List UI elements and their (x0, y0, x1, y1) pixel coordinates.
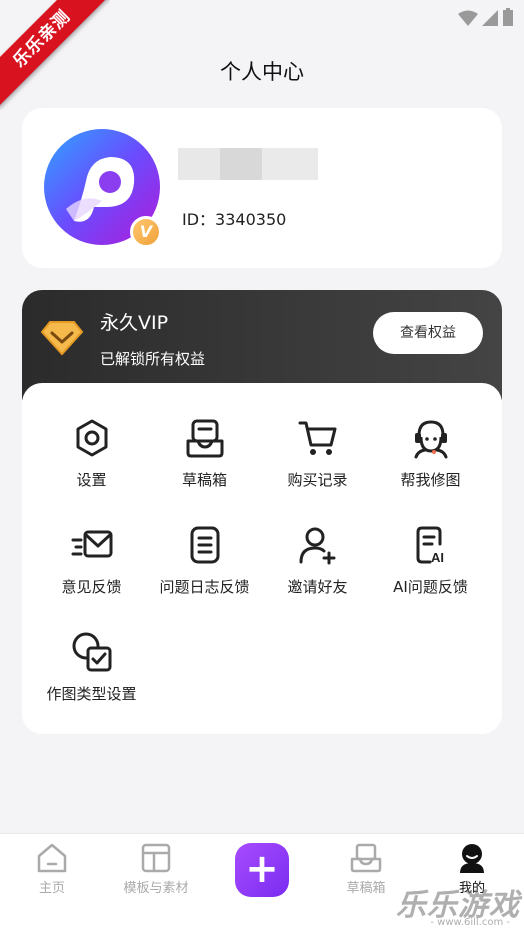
feature-label: 邀请好友 (287, 578, 348, 596)
nav-home[interactable]: 主页 (0, 842, 104, 896)
feature-label: 作图类型设置 (46, 685, 137, 703)
shopping-cart-icon (298, 421, 337, 455)
feature-label: 意见反馈 (61, 578, 122, 596)
status-icons (458, 8, 514, 26)
plus-icon: + (245, 846, 279, 892)
watermark-ribbon-text: 乐乐亲测 (0, 0, 110, 108)
feature-label: AI问题反馈 (393, 578, 468, 596)
add-user-icon (299, 527, 336, 565)
svg-text:AI: AI (431, 550, 444, 565)
view-benefits-button[interactable]: 查看权益 (373, 312, 483, 354)
watermark-url: - www.6ill.com - (430, 917, 510, 928)
feature-grid: 设置 草稿箱 购买记录 帮我修图 意见反馈 问题日志反馈 邀请好友 AI AI问… (22, 383, 502, 734)
create-plus-button[interactable]: + (235, 843, 289, 897)
ai-document-icon: AI (416, 526, 444, 565)
feature-feedback[interactable]: 意见反馈 (34, 524, 149, 614)
vip-subtitle: 已解锁所有权益 (100, 350, 206, 368)
gear-hexagon-icon (76, 419, 108, 457)
type-settings-icon (72, 632, 112, 672)
drafts-inbox-icon (186, 419, 224, 458)
feature-settings[interactable]: 设置 (34, 417, 149, 507)
feature-label: 帮我修图 (400, 471, 461, 489)
customer-service-icon (414, 420, 448, 459)
feature-invite-friends[interactable]: 邀请好友 (260, 524, 375, 614)
diamond-icon (40, 320, 84, 360)
templates-icon (141, 843, 171, 873)
feature-label: 草稿箱 (181, 471, 227, 489)
nav-label: 模板与素材 (123, 881, 189, 896)
username-blurred (178, 148, 318, 180)
wifi-icon (458, 10, 478, 26)
nav-label: 主页 (38, 881, 65, 896)
feature-photo-retouch-help[interactable]: 帮我修图 (373, 417, 488, 507)
profile-card[interactable]: V ID：3340350 (22, 108, 502, 268)
feature-label: 购买记录 (287, 471, 348, 489)
feature-drafts[interactable]: 草稿箱 (147, 417, 262, 507)
home-icon (37, 843, 67, 873)
feature-ai-feedback[interactable]: AI AI问题反馈 (373, 524, 488, 614)
vip-badge: V (130, 216, 162, 248)
signal-icon (482, 10, 498, 26)
mail-feedback-icon (71, 530, 113, 558)
feature-drawing-type-settings[interactable]: 作图类型设置 (34, 631, 149, 721)
nav-templates[interactable]: 模板与素材 (104, 842, 208, 896)
feature-purchase-history[interactable]: 购买记录 (260, 417, 375, 507)
feature-label: 设置 (76, 471, 107, 489)
feature-label: 问题日志反馈 (159, 578, 250, 596)
profile-icon (460, 844, 484, 873)
battery-icon (503, 8, 513, 26)
feature-log-feedback[interactable]: 问题日志反馈 (147, 524, 262, 614)
watermark-ribbon: 乐乐亲测 (0, 0, 110, 110)
user-id: ID：3340350 (182, 210, 287, 229)
drafts-icon (350, 843, 382, 873)
log-document-icon (190, 526, 220, 564)
vip-title: 永久VIP (100, 312, 169, 334)
